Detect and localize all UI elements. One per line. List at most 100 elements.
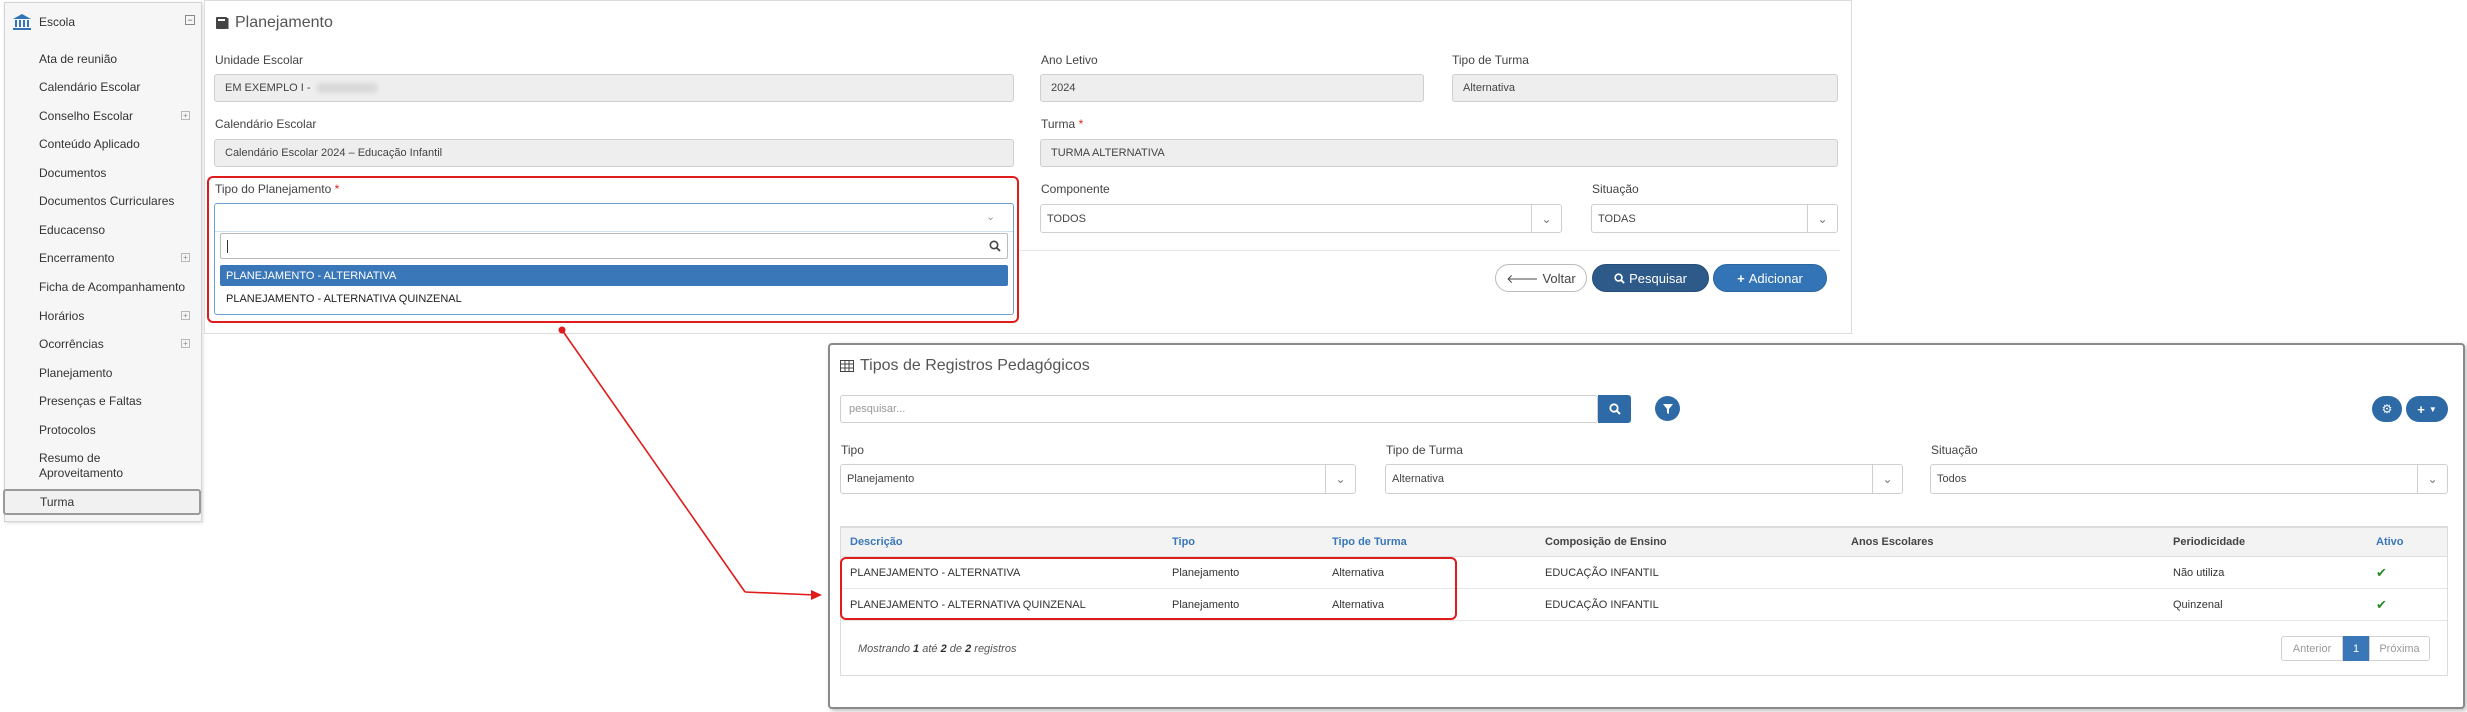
sidebar-item-calendario[interactable]: Calendário Escolar <box>8 74 198 100</box>
filter-icon <box>1662 403 1673 414</box>
unidade-value: EM EXEMPLO I - <box>225 82 311 94</box>
redacted-blur <box>316 83 377 93</box>
filtro-tipo-select[interactable]: Planejamento ⌄ <box>840 464 1356 494</box>
col-anos: Anos Escolares <box>1851 536 1934 548</box>
sidebar-item-label: Resumo de Aproveitamento <box>39 451 124 480</box>
sidebar-item-label: Ocorrências <box>39 337 104 351</box>
book-icon <box>216 17 229 29</box>
search-icon <box>1614 272 1625 284</box>
voltar-label: Voltar <box>1542 270 1576 286</box>
turma-label: Turma * <box>1041 117 1083 131</box>
sidebar-item-documentos[interactable]: Documentos <box>8 160 198 186</box>
adicionar-label: Adicionar <box>1748 270 1803 286</box>
records-info: Mostrando 1 até 2 de 2 registros <box>858 643 1016 655</box>
voltar-button[interactable]: 🡐 Voltar <box>1495 264 1587 292</box>
sidebar-item-ata[interactable]: Ata de reunião <box>8 46 198 72</box>
sidebar-item-label: Protocolos <box>39 423 96 437</box>
sidebar-item-label: Conteúdo Aplicado <box>39 137 140 151</box>
tipo-turma-label: Tipo de Turma <box>1452 53 1529 67</box>
col-tipo[interactable]: Tipo <box>1172 527 1195 557</box>
turma-value: TURMA ALTERNATIVA <box>1051 147 1165 159</box>
records-mid1: até <box>922 643 938 655</box>
col-periodicidade: Periodicidade <box>2173 536 2246 548</box>
tipos-search-input[interactable]: pesquisar... <box>840 395 1598 423</box>
sidebar-item-label: Presenças e Faltas <box>39 394 142 408</box>
collapse-icon[interactable]: − <box>185 15 195 25</box>
componente-select[interactable]: TODOS ⌄ <box>1040 204 1562 233</box>
adicionar-button[interactable]: + Adicionar <box>1713 264 1827 292</box>
tipo-turma-value: Alternativa <box>1463 82 1515 94</box>
pager-next[interactable]: Próxima <box>2369 636 2430 661</box>
sidebar-header-escola[interactable]: Escola − <box>13 11 199 33</box>
pagination: Anterior 1 Próxima <box>2281 636 2430 661</box>
sidebar-item-horarios[interactable]: Horários + <box>8 303 198 329</box>
plus-icon: + <box>2417 401 2425 417</box>
search-placeholder: pesquisar... <box>849 403 906 415</box>
records-suffix: registros <box>974 643 1017 655</box>
unidade-label: Unidade Escolar <box>215 53 304 67</box>
pesquisar-button[interactable]: Pesquisar <box>1592 264 1709 292</box>
componente-value: TODOS <box>1047 212 1086 225</box>
chevron-down-icon[interactable]: ⌄ <box>1872 465 1902 493</box>
expand-icon[interactable]: + <box>181 339 190 348</box>
ano-label: Ano Letivo <box>1041 53 1098 67</box>
situacao-label: Situação <box>1592 182 1639 196</box>
chevron-down-icon[interactable]: ⌄ <box>2417 465 2447 493</box>
calendario-label: Calendário Escolar <box>215 117 317 131</box>
chevron-down-icon[interactable]: ⌄ <box>1531 205 1561 232</box>
arrow-left-icon: 🡐 <box>1506 271 1539 286</box>
sidebar-item-label: Documentos Curriculares <box>39 194 175 208</box>
ano-field: 2024 <box>1040 74 1424 102</box>
settings-button[interactable]: ⚙ <box>2372 396 2402 422</box>
sidebar-item-resumo[interactable]: Resumo de Aproveitamento <box>8 447 168 485</box>
pager-current-page[interactable]: 1 <box>2343 636 2369 661</box>
sidebar-item-label: Encerramento <box>39 251 115 265</box>
sidebar-item-label: Planejamento <box>39 366 113 380</box>
col-tipo-turma[interactable]: Tipo de Turma <box>1332 527 1407 557</box>
plus-icon: + <box>1737 270 1745 286</box>
highlight-box-rows <box>840 557 1457 620</box>
search-icon <box>1608 403 1621 415</box>
expand-icon[interactable]: + <box>181 311 190 320</box>
sidebar-item-planejamento[interactable]: Planejamento <box>8 360 198 386</box>
add-menu-button[interactable]: + ▼ <box>2406 396 2448 422</box>
bank-icon <box>13 14 31 30</box>
required-mark: * <box>1078 117 1084 131</box>
chevron-down-icon[interactable]: ⌄ <box>1807 205 1837 232</box>
situacao-select[interactable]: TODAS ⌄ <box>1591 204 1838 233</box>
sidebar-item-label: Calendário Escolar <box>39 80 141 94</box>
col-ativo[interactable]: Ativo <box>2376 527 2404 557</box>
sidebar-item-documentos-curriculares[interactable]: Documentos Curriculares <box>8 188 198 214</box>
sidebar-item-turma[interactable]: Turma <box>3 489 201 515</box>
filtro-turma-select[interactable]: Alternativa ⌄ <box>1385 464 1903 494</box>
filtro-situacao-label: Situação <box>1931 443 1978 457</box>
cell-periodicidade: Não utiliza <box>2173 567 2225 579</box>
expand-icon[interactable]: + <box>181 111 190 120</box>
col-descricao[interactable]: Descrição <box>850 527 903 557</box>
sidebar-item-ocorrencias[interactable]: Ocorrências + <box>8 331 198 357</box>
sidebar-item-protocolos[interactable]: Protocolos <box>8 417 198 443</box>
check-icon: ✔ <box>2376 597 2387 612</box>
sidebar-header-label: Escola <box>39 15 76 29</box>
sidebar-item-educacenso[interactable]: Educacenso <box>8 217 198 243</box>
componente-label: Componente <box>1041 182 1110 196</box>
highlight-box-dropdown <box>207 176 1019 323</box>
filter-button[interactable] <box>1655 396 1680 421</box>
records-prefix: Mostrando <box>858 643 910 655</box>
sidebar-item-conteudo[interactable]: Conteúdo Aplicado <box>8 131 198 157</box>
filtro-turma-label: Tipo de Turma <box>1386 443 1463 457</box>
sidebar-item-presencas[interactable]: Presenças e Faltas <box>8 388 198 414</box>
sidebar-item-label: Ata de reunião <box>39 52 118 66</box>
sidebar-item-ficha[interactable]: Ficha de Acompanhamento <box>8 274 198 300</box>
sidebar-item-label: Educacenso <box>39 223 106 237</box>
sidebar-item-encerramento[interactable]: Encerramento + <box>8 245 198 271</box>
filtro-situacao-select[interactable]: Todos ⌄ <box>1930 464 2448 494</box>
expand-icon[interactable]: + <box>181 253 190 262</box>
tipos-title-text: Tipos de Registros Pedagógicos <box>860 357 1090 374</box>
cell-periodicidade: Quinzenal <box>2173 599 2223 611</box>
search-button[interactable] <box>1598 395 1631 423</box>
sidebar-item-conselho[interactable]: Conselho Escolar + <box>8 103 198 129</box>
chevron-down-icon[interactable]: ⌄ <box>1325 465 1355 493</box>
pager-previous[interactable]: Anterior <box>2281 636 2343 661</box>
records-total: 2 <box>965 643 972 655</box>
